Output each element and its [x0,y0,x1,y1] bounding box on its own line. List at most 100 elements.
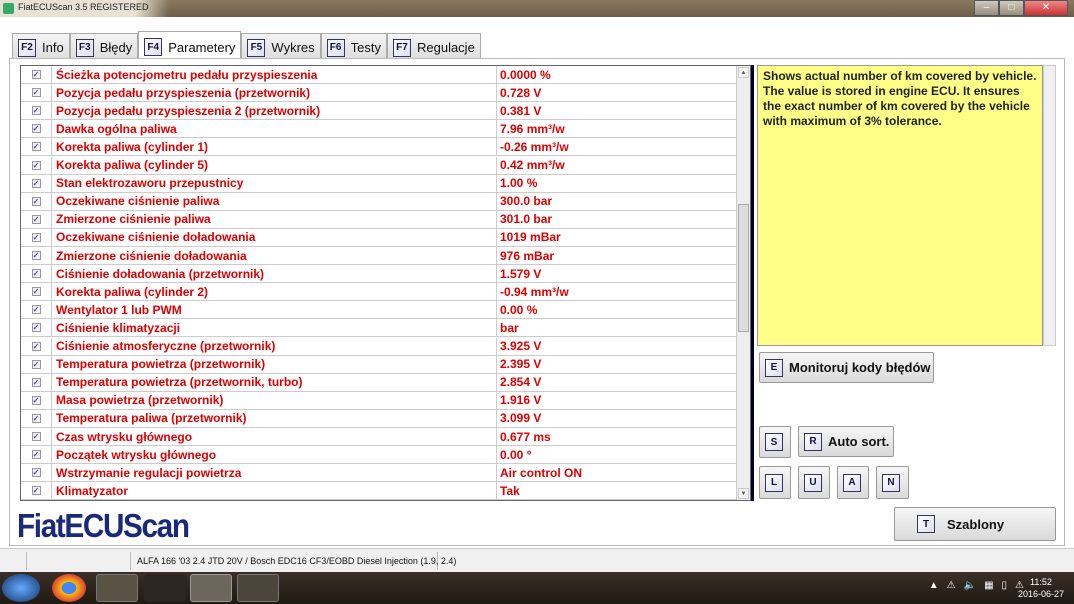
scroll-down-icon[interactable]: ▼ [738,488,749,499]
tab-testy[interactable]: F6 Testy [320,33,387,61]
tab-bdy[interactable]: F3 Błędy [69,33,139,61]
table-row[interactable]: ✓ Masa powietrza (przetwornik) 1.916 V [21,391,737,410]
row-checkbox[interactable]: ✓ [31,124,41,134]
logo: FiatECUScan [17,507,190,544]
media-player-icon[interactable] [144,574,186,602]
row-checkbox[interactable]: ✓ [31,341,41,351]
row-checkbox[interactable]: ✓ [31,232,41,242]
parameter-name: Masa powietrza (przetwornik) [51,391,496,409]
table-row[interactable]: ✓ Korekta paliwa (cylinder 5) 0.42 mm³/w [21,156,737,175]
network-warning-icon[interactable]: ⚠ [947,580,956,591]
row-checkbox[interactable]: ✓ [31,287,41,297]
close-button[interactable]: ✕ [1024,0,1068,16]
description-scrollbar[interactable] [1043,65,1056,346]
table-row[interactable]: ✓ Stan elektrozaworu przepustnicy 1.00 % [21,174,737,193]
tab-label: Testy [350,40,381,55]
parameter-name: Początek wtrysku głównego [51,446,496,464]
table-row[interactable]: ✓ Początek wtrysku głównego 0.00 ° [21,446,737,465]
table-row[interactable]: ✓ Czas wtrysku głównego 0.677 ms [21,428,737,447]
table-row[interactable]: ✓ Pozycja pedału przyspieszenia 2 (przetw… [21,102,737,121]
row-checkbox[interactable]: ✓ [31,88,41,98]
table-row[interactable]: ✓ Wentylator 1 lub PWM 0.00 % [21,301,737,320]
start-button[interactable] [2,574,40,602]
clock[interactable]: 11:52 2016-06-27 [1018,576,1064,600]
table-scrollbar[interactable]: ▲ ▼ [736,66,750,500]
key-hint: F3 [75,38,94,57]
table-row[interactable]: ✓ Klimatyzator Tak [21,482,737,500]
fiatecuscan-taskbar-icon[interactable] [190,574,232,602]
table-row[interactable]: ✓ Ciśnienie atmosferyczne (przetwornik) 3.… [21,337,737,356]
battery-icon[interactable]: ▯ [1002,580,1008,591]
maximize-button[interactable]: □ [999,0,1024,16]
table-row[interactable]: ✓ Ciśnienie doładowania (przetwornik) 1.57… [21,265,737,284]
clock-time: 11:52 [1030,577,1052,587]
u-button[interactable]: U [798,466,830,499]
row-checkbox[interactable]: ✓ [31,450,41,460]
minimize-button[interactable]: – [974,0,999,16]
table-row[interactable]: ✓ Wstrzymanie regulacji powietrza Air cont… [21,464,737,483]
table-row[interactable]: ✓ Temperatura powietrza (przetwornik) 2.39… [21,355,737,374]
table-row[interactable]: ✓ Temperatura paliwa (przetwornik) 3.099 V [21,409,737,428]
row-checkbox[interactable]: ✓ [31,269,41,279]
row-checkbox[interactable]: ✓ [31,305,41,315]
row-checkbox[interactable]: ✓ [31,377,41,387]
volume-icon[interactable]: 🔈 [964,580,976,591]
row-checkbox[interactable]: ✓ [31,106,41,116]
scroll-up-icon[interactable]: ▲ [738,67,749,78]
key-hint: E [765,358,783,377]
parameter-value: bar [496,319,737,337]
templates-button[interactable]: T Szablony [894,507,1056,541]
l-button[interactable]: L [759,466,791,499]
table-row[interactable]: ✓ Korekta paliwa (cylinder 2) -0.94 mm³/w [21,283,737,302]
row-checkbox[interactable]: ✓ [31,160,41,170]
row-checkbox[interactable]: ✓ [31,413,41,423]
tab-regulacje[interactable]: F7 Regulacje [386,33,481,61]
auto-sort-button[interactable]: R Auto sort. [798,426,894,457]
show-hidden-icons[interactable]: ▲ [929,580,939,591]
row-checkbox[interactable]: ✓ [31,468,41,478]
row-checkbox[interactable]: ✓ [31,323,41,333]
splitter[interactable] [751,65,754,501]
chrome-icon[interactable] [52,574,86,602]
table-row[interactable]: ✓ Ciśnienie klimatyzacji bar [21,319,737,338]
paint-icon[interactable] [237,574,279,602]
table-row[interactable]: ✓ Oczekiwane ciśnienie doładowania 1019 mB… [21,228,737,247]
action-center-icon[interactable]: ▦ [984,580,993,591]
tab-info[interactable]: F2 Info [12,33,70,61]
key-hint: F7 [392,38,411,57]
row-checkbox[interactable]: ✓ [31,70,41,80]
scroll-thumb[interactable] [738,204,749,332]
parameter-name: Ciśnienie klimatyzacji [51,319,496,337]
n-button[interactable]: N [876,466,909,499]
tab-wykres[interactable]: F5 Wykres [241,33,321,61]
table-row[interactable]: ✓ Korekta paliwa (cylinder 1) -0.26 mm³/w [21,138,737,157]
parameter-value: 0.42 mm³/w [496,156,737,174]
row-checkbox[interactable]: ✓ [31,432,41,442]
table-row[interactable]: ✓ Zmierzone ciśnienie paliwa 301.0 bar [21,210,737,229]
row-checkbox[interactable]: ✓ [31,251,41,261]
key-hint: R [804,432,822,451]
row-checkbox[interactable]: ✓ [31,486,41,496]
row-checkbox[interactable]: ✓ [31,214,41,224]
parameter-value: 0.728 V [496,84,737,102]
table-row[interactable]: ✓ Temperatura powietrza (przetwornik, tur… [21,373,737,392]
row-checkbox[interactable]: ✓ [31,395,41,405]
row-checkbox[interactable]: ✓ [31,196,41,206]
table-row[interactable]: ✓ Ścieżka potencjometru pedału przyspiesz… [21,66,737,85]
row-checkbox[interactable]: ✓ [31,359,41,369]
tab-bar: F2 Info F3 Błędy F4 Parametery F5 Wykres F6 Testy… [12,30,481,62]
table-row[interactable]: ✓ Pozycja pedału przyspieszenia (przetwor… [21,84,737,103]
parameter-value: Air control ON [496,464,737,482]
table-row[interactable]: ✓ Oczekiwane ciśnienie paliwa 300.0 bar [21,192,737,211]
a-button[interactable]: A [837,466,869,499]
table-row[interactable]: ✓ Zmierzone ciśnienie doładowania 976 mBar [21,247,737,266]
s-button[interactable]: S [759,426,791,458]
parameter-value: 301.0 bar [496,210,737,228]
title-bar: FiatECUScan 3.5 REGISTERED – □ ✕ [0,0,1074,17]
parameter-value: 0.381 V [496,102,737,120]
row-checkbox[interactable]: ✓ [31,142,41,152]
explorer-icon[interactable] [96,574,138,602]
row-checkbox[interactable]: ✓ [31,178,41,188]
monitor-errors-button[interactable]: E Monitoruj kody błędów [759,352,934,383]
table-row[interactable]: ✓ Dawka ogólna paliwa 7.96 mm³/w [21,120,737,139]
